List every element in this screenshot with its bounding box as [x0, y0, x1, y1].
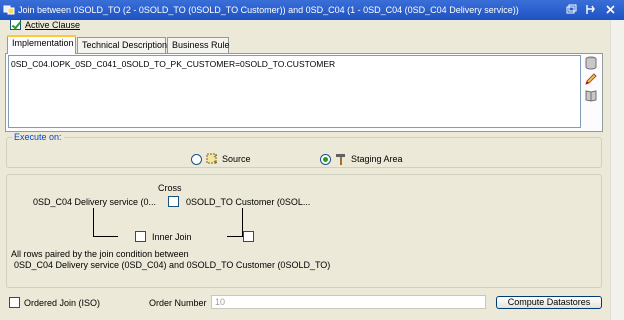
- tab-business-rule[interactable]: Business Rule: [167, 37, 230, 53]
- window-title: Join between 0SOLD_TO (2 - 0SOLD_TO (0SO…: [18, 5, 519, 15]
- join-description-line2: 0SD_C04 Delivery service (0SD_C04) and 0…: [14, 260, 331, 270]
- execute-source-option[interactable]: Source: [191, 152, 251, 166]
- ordered-join-checkbox[interactable]: Ordered Join (ISO): [9, 297, 100, 308]
- left-join-connector-h: [93, 236, 118, 237]
- active-clause-checkbox[interactable]: Active Clause: [10, 19, 80, 30]
- join-type-group: [6, 174, 602, 288]
- right-datastore-name: 0SOLD_TO Customer (0SOL...: [186, 197, 311, 207]
- window-title-bar: Join between 0SOLD_TO (2 - 0SOLD_TO (0SO…: [0, 0, 624, 20]
- compute-datastores-label: Compute Datastores: [507, 297, 591, 307]
- left-datastore-name: 0SD_C04 Delivery service (0...: [33, 197, 157, 207]
- staging-area-radio[interactable]: [320, 153, 331, 165]
- join-expression-editor[interactable]: 0SD_C04.IOPK_0SD_C041_0SOLD_TO_PK_CUSTOM…: [8, 55, 581, 128]
- order-number-label: Order Number: [149, 298, 207, 308]
- ordered-join-check[interactable]: [9, 297, 20, 308]
- order-number-value: 10: [215, 297, 226, 307]
- tab-implementation[interactable]: Implementation: [7, 35, 76, 54]
- database-icon[interactable]: [584, 56, 598, 70]
- staging-area-label: Staging Area: [351, 154, 403, 164]
- right-outer-join-checkbox[interactable]: [243, 231, 255, 242]
- book-icon[interactable]: [584, 88, 598, 102]
- pencil-icon[interactable]: [584, 72, 598, 86]
- join-icon: [3, 5, 15, 15]
- cross-join-checkbox[interactable]: [168, 196, 179, 207]
- left-outer-join-checkbox[interactable]: [134, 231, 146, 242]
- tab-technical-description-label: Technical Description: [82, 40, 168, 50]
- active-clause-check[interactable]: [10, 19, 21, 30]
- execute-on-legend: Execute on:: [12, 132, 64, 142]
- order-number-input[interactable]: 10: [211, 295, 486, 309]
- restore-icon[interactable]: [565, 3, 578, 16]
- left-join-connector: [93, 208, 94, 236]
- active-clause-label: Active Clause: [25, 19, 81, 30]
- cross-join-label: Cross: [158, 183, 182, 193]
- inner-join-label: Inner Join: [152, 232, 192, 242]
- tab-technical-description[interactable]: Technical Description: [77, 37, 168, 53]
- pin-icon[interactable]: [584, 3, 597, 16]
- execute-on-group: [6, 137, 602, 168]
- source-label: Source: [222, 154, 251, 164]
- ordered-join-label: Ordered Join (ISO): [24, 297, 101, 308]
- source-radio[interactable]: [191, 153, 202, 165]
- vertical-scrollbar[interactable]: [610, 20, 624, 320]
- tab-business-rule-label: Business Rule: [172, 40, 230, 50]
- join-description-line1: All rows paired by the join condition be…: [11, 249, 189, 259]
- right-join-connector-h: [227, 236, 243, 237]
- hammer-icon: [336, 154, 345, 165]
- close-icon[interactable]: [604, 3, 617, 16]
- compute-datastores-button[interactable]: Compute Datastores: [496, 296, 602, 309]
- tab-implementation-label: Implementation: [12, 38, 74, 48]
- execute-staging-option[interactable]: Staging Area: [320, 152, 403, 166]
- join-expression-text: 0SD_C04.IOPK_0SD_C041_0SOLD_TO_PK_CUSTOM…: [11, 59, 336, 69]
- source-icon: [206, 153, 218, 164]
